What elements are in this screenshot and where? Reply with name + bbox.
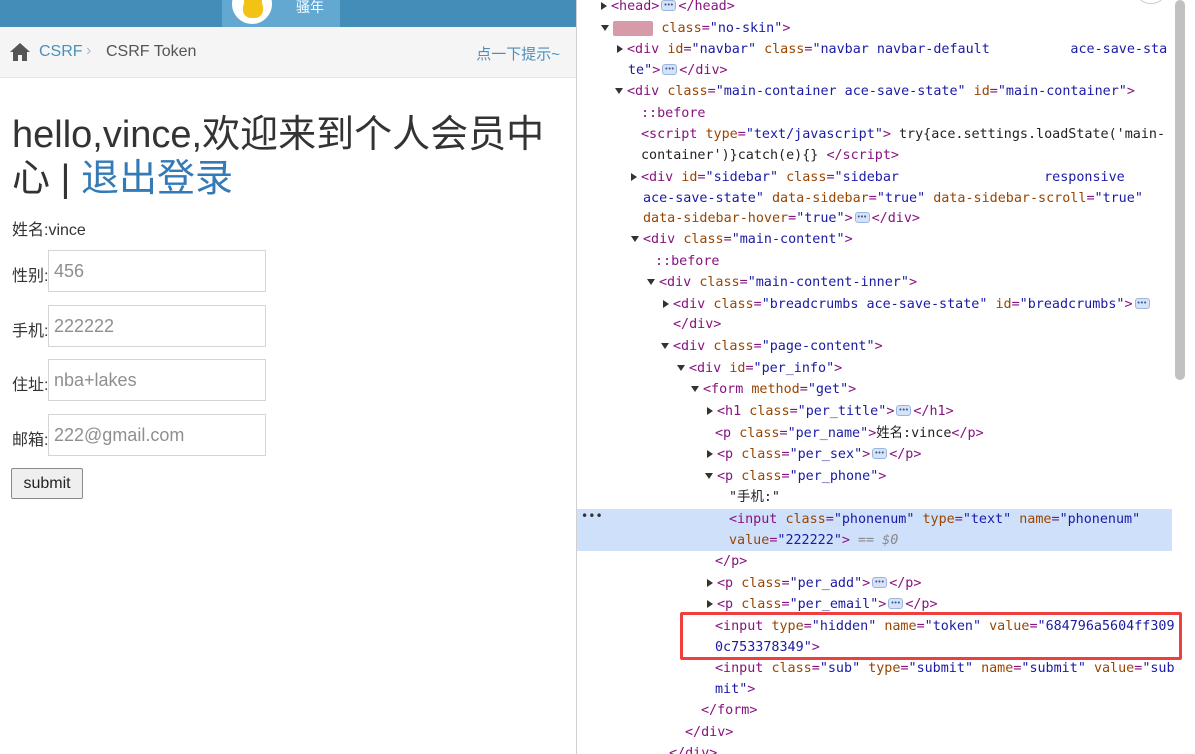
collapse-arrow-icon[interactable]	[677, 365, 685, 371]
dom-node-phonenum[interactable]: <input class="phonenum" type="text" name…	[729, 509, 1195, 530]
collapse-arrow-icon[interactable]	[705, 473, 713, 479]
dom-node-per-phone[interactable]: <p class="per_phone">	[705, 466, 1195, 487]
dom-node-submit-cont: mit">	[715, 682, 756, 697]
ellipsis-icon[interactable]	[872, 443, 888, 464]
dom-node-main-content[interactable]: <div class="main-content">	[631, 229, 1195, 250]
dom-node-h1[interactable]: <h1 class="per_title"></h1>	[707, 400, 1195, 422]
phone-label: 手机:	[12, 323, 49, 340]
user-menu[interactable]: 骚年	[222, 0, 340, 27]
dom-node-form[interactable]: <form method="get">	[691, 379, 1195, 400]
token-highlight-box	[680, 612, 1182, 660]
dom-node-script[interactable]: <script type="text/javascript"> try{ace.…	[641, 124, 1195, 145]
dom-node-main-content-inner[interactable]: <div class="main-content-inner">	[647, 272, 1195, 293]
sex-label: 性别:	[12, 268, 49, 285]
dom-node-div-close: </div>	[685, 725, 734, 740]
dom-node-div-close: </div>	[673, 317, 722, 332]
collapse-arrow-icon[interactable]	[661, 343, 669, 349]
breadcrumb-current: CSRF Token	[106, 43, 197, 60]
sex-input[interactable]	[48, 250, 266, 292]
collapse-arrow-icon[interactable]	[615, 88, 623, 94]
dom-node-main-container[interactable]: <div class="main-container ace-save-stat…	[615, 81, 1195, 102]
dom-node-per-name[interactable]: <p class="per_name">姓名:vince</p>	[715, 423, 1195, 444]
ellipsis-icon[interactable]	[872, 572, 888, 593]
ellipsis-icon[interactable]	[1134, 293, 1150, 314]
user-name-field: 姓名:vince	[12, 222, 86, 239]
dom-node-navbar-cont: te"></div>	[628, 59, 1195, 81]
expand-arrow-icon[interactable]	[663, 300, 669, 308]
collapse-arrow-icon[interactable]	[601, 25, 609, 31]
dom-node-page-content[interactable]: <div class="page-content">	[661, 336, 1195, 357]
expand-arrow-icon[interactable]	[707, 600, 713, 608]
logout-link[interactable]: 退出登录	[81, 158, 233, 200]
dom-node-form-close: </form>	[701, 703, 758, 718]
ellipsis-icon[interactable]	[661, 0, 677, 16]
address-label: 住址:	[12, 377, 49, 394]
address-input[interactable]	[48, 359, 266, 401]
dom-node-phonenum-cont: value="222222"> == $0	[729, 533, 899, 548]
dom-node-div-close: </div>	[669, 746, 718, 754]
dom-node-breadcrumbs[interactable]: <div class="breadcrumbs ace-save-state" …	[663, 293, 1195, 315]
email-input[interactable]	[48, 414, 266, 456]
more-options-icon[interactable]: •••	[581, 509, 603, 523]
email-label: 邮箱:	[12, 432, 49, 449]
page-title: hello,vince,欢迎来到个人会员中心 | 退出登录	[12, 113, 552, 201]
dom-node-sidebar[interactable]: <div id="sidebar" class="sidebar respons…	[631, 167, 1195, 188]
expand-arrow-icon[interactable]	[601, 2, 607, 10]
expand-arrow-icon[interactable]	[617, 45, 623, 53]
dom-node-before[interactable]: ::before	[641, 103, 1195, 124]
user-name: 骚年	[296, 0, 324, 15]
devtools-scrollbar[interactable]	[1175, 0, 1185, 380]
dom-node-head[interactable]: <head></head>	[601, 0, 1195, 17]
dom-node-script-cont: container')}catch(e){} </script>	[641, 148, 899, 163]
dom-node-navbar[interactable]: <div id="navbar" class="navbar navbar-de…	[617, 39, 1195, 60]
home-icon[interactable]	[9, 42, 31, 62]
dom-node-p-close: </p>	[715, 554, 748, 569]
dom-node-before[interactable]: ::before	[655, 251, 1195, 272]
chevron-right-icon: ›	[86, 42, 92, 59]
ellipsis-icon[interactable]	[888, 593, 904, 614]
dom-node-sidebar-cont: ace-save-state" data-sidebar="true" data…	[643, 191, 1143, 206]
expand-arrow-icon[interactable]	[707, 407, 713, 415]
dom-node-body[interactable]: <body class="no-skin">	[601, 18, 1195, 39]
hint-link[interactable]: 点一下提示~	[476, 43, 560, 64]
dom-node-per-add[interactable]: <p class="per_add"></p>	[707, 572, 1195, 594]
submit-button[interactable]: submit	[11, 468, 83, 499]
web-page: 骚年 CSRF › CSRF Token 点一下提示~ hello,vince,…	[0, 0, 576, 754]
dom-node-submit[interactable]: <input class="sub" type="submit" name="s…	[715, 658, 1195, 679]
ellipsis-icon[interactable]	[896, 400, 912, 421]
navbar: 骚年	[0, 0, 576, 27]
breadcrumb: CSRF › CSRF Token 点一下提示~	[0, 27, 576, 78]
ellipsis-icon[interactable]	[662, 59, 678, 80]
collapse-arrow-icon[interactable]	[691, 386, 699, 392]
collapse-arrow-icon[interactable]	[647, 279, 655, 285]
phone-input[interactable]	[48, 305, 266, 347]
dom-node-sidebar-cont2: data-sidebar-hover="true"></div>	[643, 207, 1195, 229]
avatar	[232, 0, 272, 24]
dom-node-per-sex[interactable]: <p class="per_sex"></p>	[707, 443, 1195, 465]
ellipsis-icon[interactable]	[854, 207, 870, 228]
dom-node-phone-text[interactable]: "手机:"	[729, 487, 1195, 508]
collapse-arrow-icon[interactable]	[631, 236, 639, 242]
expand-arrow-icon[interactable]	[631, 173, 637, 181]
expand-arrow-icon[interactable]	[707, 579, 713, 587]
breadcrumb-csrf-link[interactable]: CSRF	[39, 43, 83, 61]
dom-node-per-info[interactable]: <div id="per_info">	[677, 358, 1195, 379]
expand-arrow-icon[interactable]	[707, 450, 713, 458]
